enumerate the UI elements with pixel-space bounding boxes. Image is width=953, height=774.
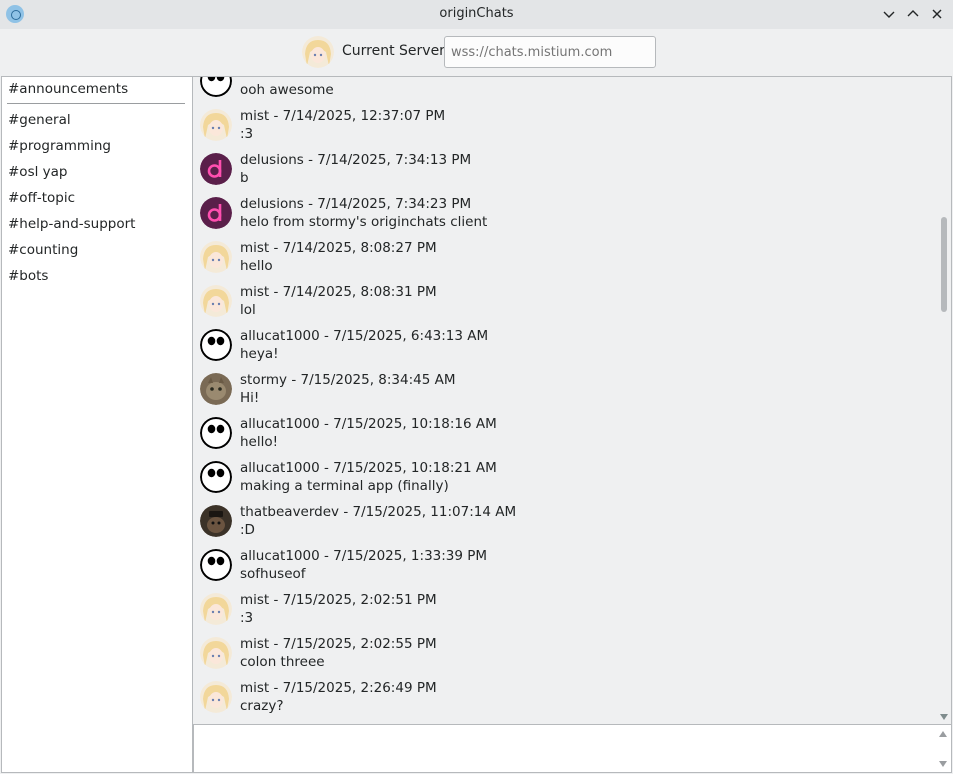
message-item: allucat1000 - 7/15/2025, 1:33:39 PM sofhu… [193, 541, 933, 585]
close-icon [932, 9, 942, 19]
message-composer[interactable] [193, 724, 952, 773]
message-item: mist - 7/14/2025, 8:08:31 PM lol [193, 277, 933, 321]
channel-item-announcements[interactable]: #announcements [8, 81, 128, 97]
user-avatar[interactable] [200, 417, 232, 449]
message-item: thatbeaverdev - 7/15/2025, 11:07:14 AM :D [193, 497, 933, 541]
message-text: heya! [240, 346, 279, 362]
chevron-down-icon [883, 11, 895, 18]
message-item: delusions - 7/14/2025, 7:34:13 PM b [193, 145, 933, 189]
message-text: hello! [240, 434, 279, 450]
user-avatar[interactable] [200, 285, 232, 317]
channel-sidebar [1, 76, 193, 773]
message-scrollbar[interactable] [937, 77, 951, 723]
user-avatar[interactable] [200, 461, 232, 493]
message-text: hello [240, 258, 273, 274]
message-text: :D [240, 522, 255, 538]
user-avatar[interactable] [200, 593, 232, 625]
message-header: mist - 7/15/2025, 2:02:51 PM [240, 592, 437, 608]
message-text: b [240, 170, 249, 186]
chevron-up-icon [907, 10, 919, 17]
message-text: helo from stormy's originchats client [240, 214, 488, 230]
user-avatar[interactable] [200, 197, 232, 229]
server-url-input[interactable] [444, 36, 656, 68]
channel-divider [7, 103, 185, 104]
message-header: allucat1000 - 7/15/2025, 1:33:39 PM [240, 548, 488, 564]
close-button[interactable] [928, 5, 946, 23]
message-item: stormy - 7/15/2025, 8:34:45 AM Hi! [193, 365, 933, 409]
channel-item-osl-yap[interactable]: #osl yap [8, 164, 67, 180]
message-header: mist - 7/15/2025, 2:02:55 PM [240, 636, 437, 652]
channel-item-programming[interactable]: #programming [8, 138, 111, 154]
user-avatar[interactable] [200, 329, 232, 361]
message-header: allucat1000 - 7/15/2025, 10:18:16 AM [240, 416, 497, 432]
composer-scroll-up-icon[interactable] [938, 730, 948, 738]
message-header: thatbeaverdev - 7/15/2025, 11:07:14 AM [240, 504, 517, 520]
message-text: :3 [240, 126, 254, 142]
message-text: ooh awesome [240, 82, 334, 98]
user-avatar[interactable] [200, 241, 232, 273]
message-header: allucat1000 - 7/15/2025, 6:43:13 AM [240, 328, 489, 344]
message-header: mist - 7/14/2025, 8:08:27 PM [240, 240, 437, 256]
message-item: mist - 7/14/2025, 12:37:07 PM :3 [193, 101, 933, 145]
message-item: allucat1000 - 7/15/2025, 10:18:21 AM maki… [193, 453, 933, 497]
composer-scroll-down-icon[interactable] [938, 760, 948, 768]
message-text: making a terminal app (finally) [240, 478, 449, 494]
scroll-down-icon[interactable] [939, 713, 949, 721]
channel-item-off-topic[interactable]: #off-topic [8, 190, 75, 206]
message-list[interactable]: ooh awesome mist - 7/14/2025, 12:37:07 PM… [193, 76, 952, 724]
user-avatar[interactable] [200, 153, 232, 185]
message-header: mist - 7/15/2025, 2:26:49 PM [240, 680, 437, 696]
user-avatar[interactable] [200, 373, 232, 405]
message-item: mist - 7/15/2025, 2:02:51 PM :3 [193, 585, 933, 629]
message-item: allucat1000 - 7/15/2025, 6:43:13 AM heya! [193, 321, 933, 365]
user-avatar[interactable] [200, 637, 232, 669]
message-text: lol [240, 302, 256, 318]
title-bar: originChats [0, 0, 953, 29]
message-text: Hi! [240, 390, 260, 406]
channel-item-general[interactable]: #general [8, 112, 71, 128]
channel-item-counting[interactable]: #counting [8, 242, 78, 258]
server-avatar[interactable] [302, 36, 334, 68]
user-avatar[interactable] [200, 549, 232, 581]
message-item: delusions - 7/14/2025, 7:34:23 PM helo fr… [193, 189, 933, 233]
message-header: stormy - 7/15/2025, 8:34:45 AM [240, 372, 456, 388]
minimize-button[interactable] [880, 5, 898, 23]
message-header: mist - 7/14/2025, 12:37:07 PM [240, 108, 446, 124]
message-text: colon threee [240, 654, 325, 670]
message-item: ooh awesome [193, 77, 933, 101]
message-header: allucat1000 - 7/15/2025, 10:18:21 AM [240, 460, 497, 476]
message-header: delusions - 7/14/2025, 7:34:23 PM [240, 196, 472, 212]
message-text: :3 [240, 610, 254, 626]
message-text: sofhuseof [240, 566, 306, 582]
message-header: delusions - 7/14/2025, 7:34:13 PM [240, 152, 472, 168]
message-header: mist - 7/14/2025, 8:08:31 PM [240, 284, 437, 300]
channel-item-help-and-support[interactable]: #help-and-support [8, 216, 135, 232]
user-avatar[interactable] [200, 109, 232, 141]
user-avatar[interactable] [200, 77, 232, 97]
message-item: mist - 7/15/2025, 2:26:49 PM crazy? [193, 673, 933, 717]
window-title: originChats [439, 6, 514, 21]
message-item: allucat1000 - 7/15/2025, 10:18:16 AM hell… [193, 409, 933, 453]
message-item: mist - 7/15/2025, 2:02:55 PM colon threee [193, 629, 933, 673]
user-avatar[interactable] [200, 681, 232, 713]
user-avatar[interactable] [200, 505, 232, 537]
channel-item-bots[interactable]: #bots [8, 268, 48, 284]
maximize-button[interactable] [904, 5, 922, 23]
message-item: mist - 7/15/2025, 2:27:52 PM [193, 717, 933, 724]
message-text: crazy? [240, 698, 284, 714]
message-item: mist - 7/14/2025, 8:08:27 PM hello [193, 233, 933, 277]
scrollbar-thumb[interactable] [941, 217, 947, 312]
server-label: Current Server: [342, 43, 450, 59]
